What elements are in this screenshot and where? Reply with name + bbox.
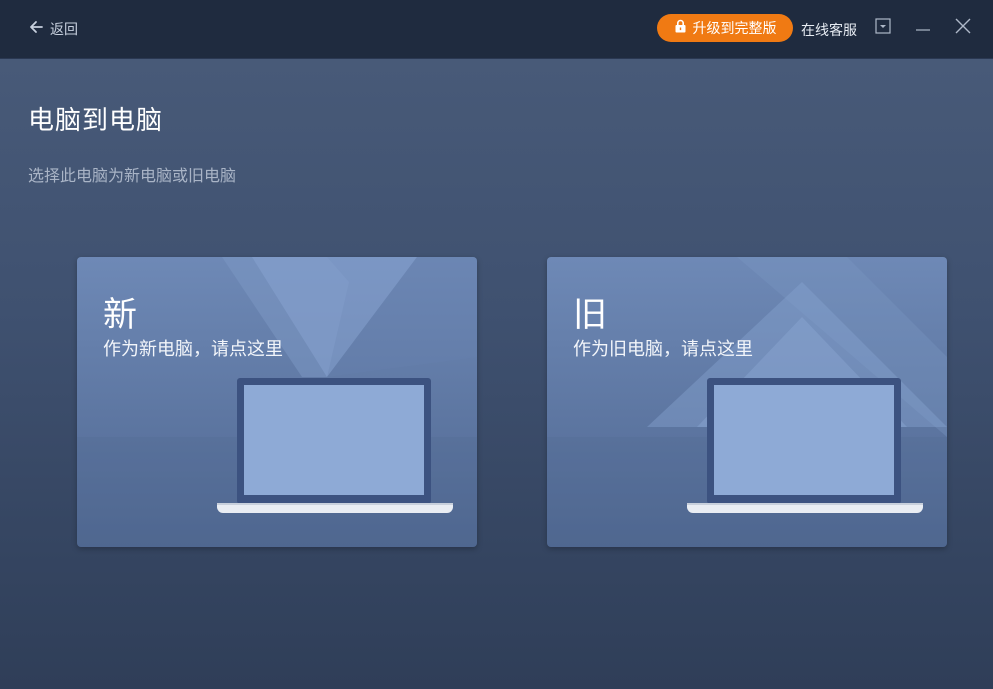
minimize-icon — [914, 17, 932, 39]
card-description-old: 作为旧电脑，请点这里 — [573, 339, 753, 360]
close-icon — [954, 17, 972, 39]
online-support-link[interactable]: 在线客服 — [801, 20, 857, 40]
arrow-left-icon — [28, 19, 44, 39]
new-computer-card[interactable]: 新 作为新电脑，请点这里 — [77, 257, 477, 547]
upgrade-label: 升级到完整版 — [692, 21, 777, 37]
laptop-icon — [217, 378, 453, 513]
old-computer-card[interactable]: 旧 作为旧电脑，请点这里 — [547, 257, 947, 547]
dropdown-icon — [874, 17, 892, 39]
close-button[interactable] — [952, 17, 974, 39]
page-title: 电脑到电脑 — [28, 106, 164, 136]
upgrade-button[interactable]: 升级到完整版 — [657, 14, 793, 42]
page-subtitle: 选择此电脑为新电脑或旧电脑 — [28, 166, 237, 185]
card-title-new: 新 — [103, 295, 137, 335]
card-title-old: 旧 — [573, 295, 607, 335]
minimize-button[interactable] — [912, 17, 934, 39]
lock-icon — [674, 19, 687, 37]
card-description-new: 作为新电脑，请点这里 — [103, 339, 283, 360]
title-bar: 返回 升级到完整版 在线客服 — [0, 0, 993, 59]
dropdown-menu-button[interactable] — [872, 17, 894, 39]
back-label: 返回 — [50, 22, 78, 38]
laptop-icon — [687, 378, 923, 513]
back-button[interactable]: 返回 — [28, 18, 78, 40]
